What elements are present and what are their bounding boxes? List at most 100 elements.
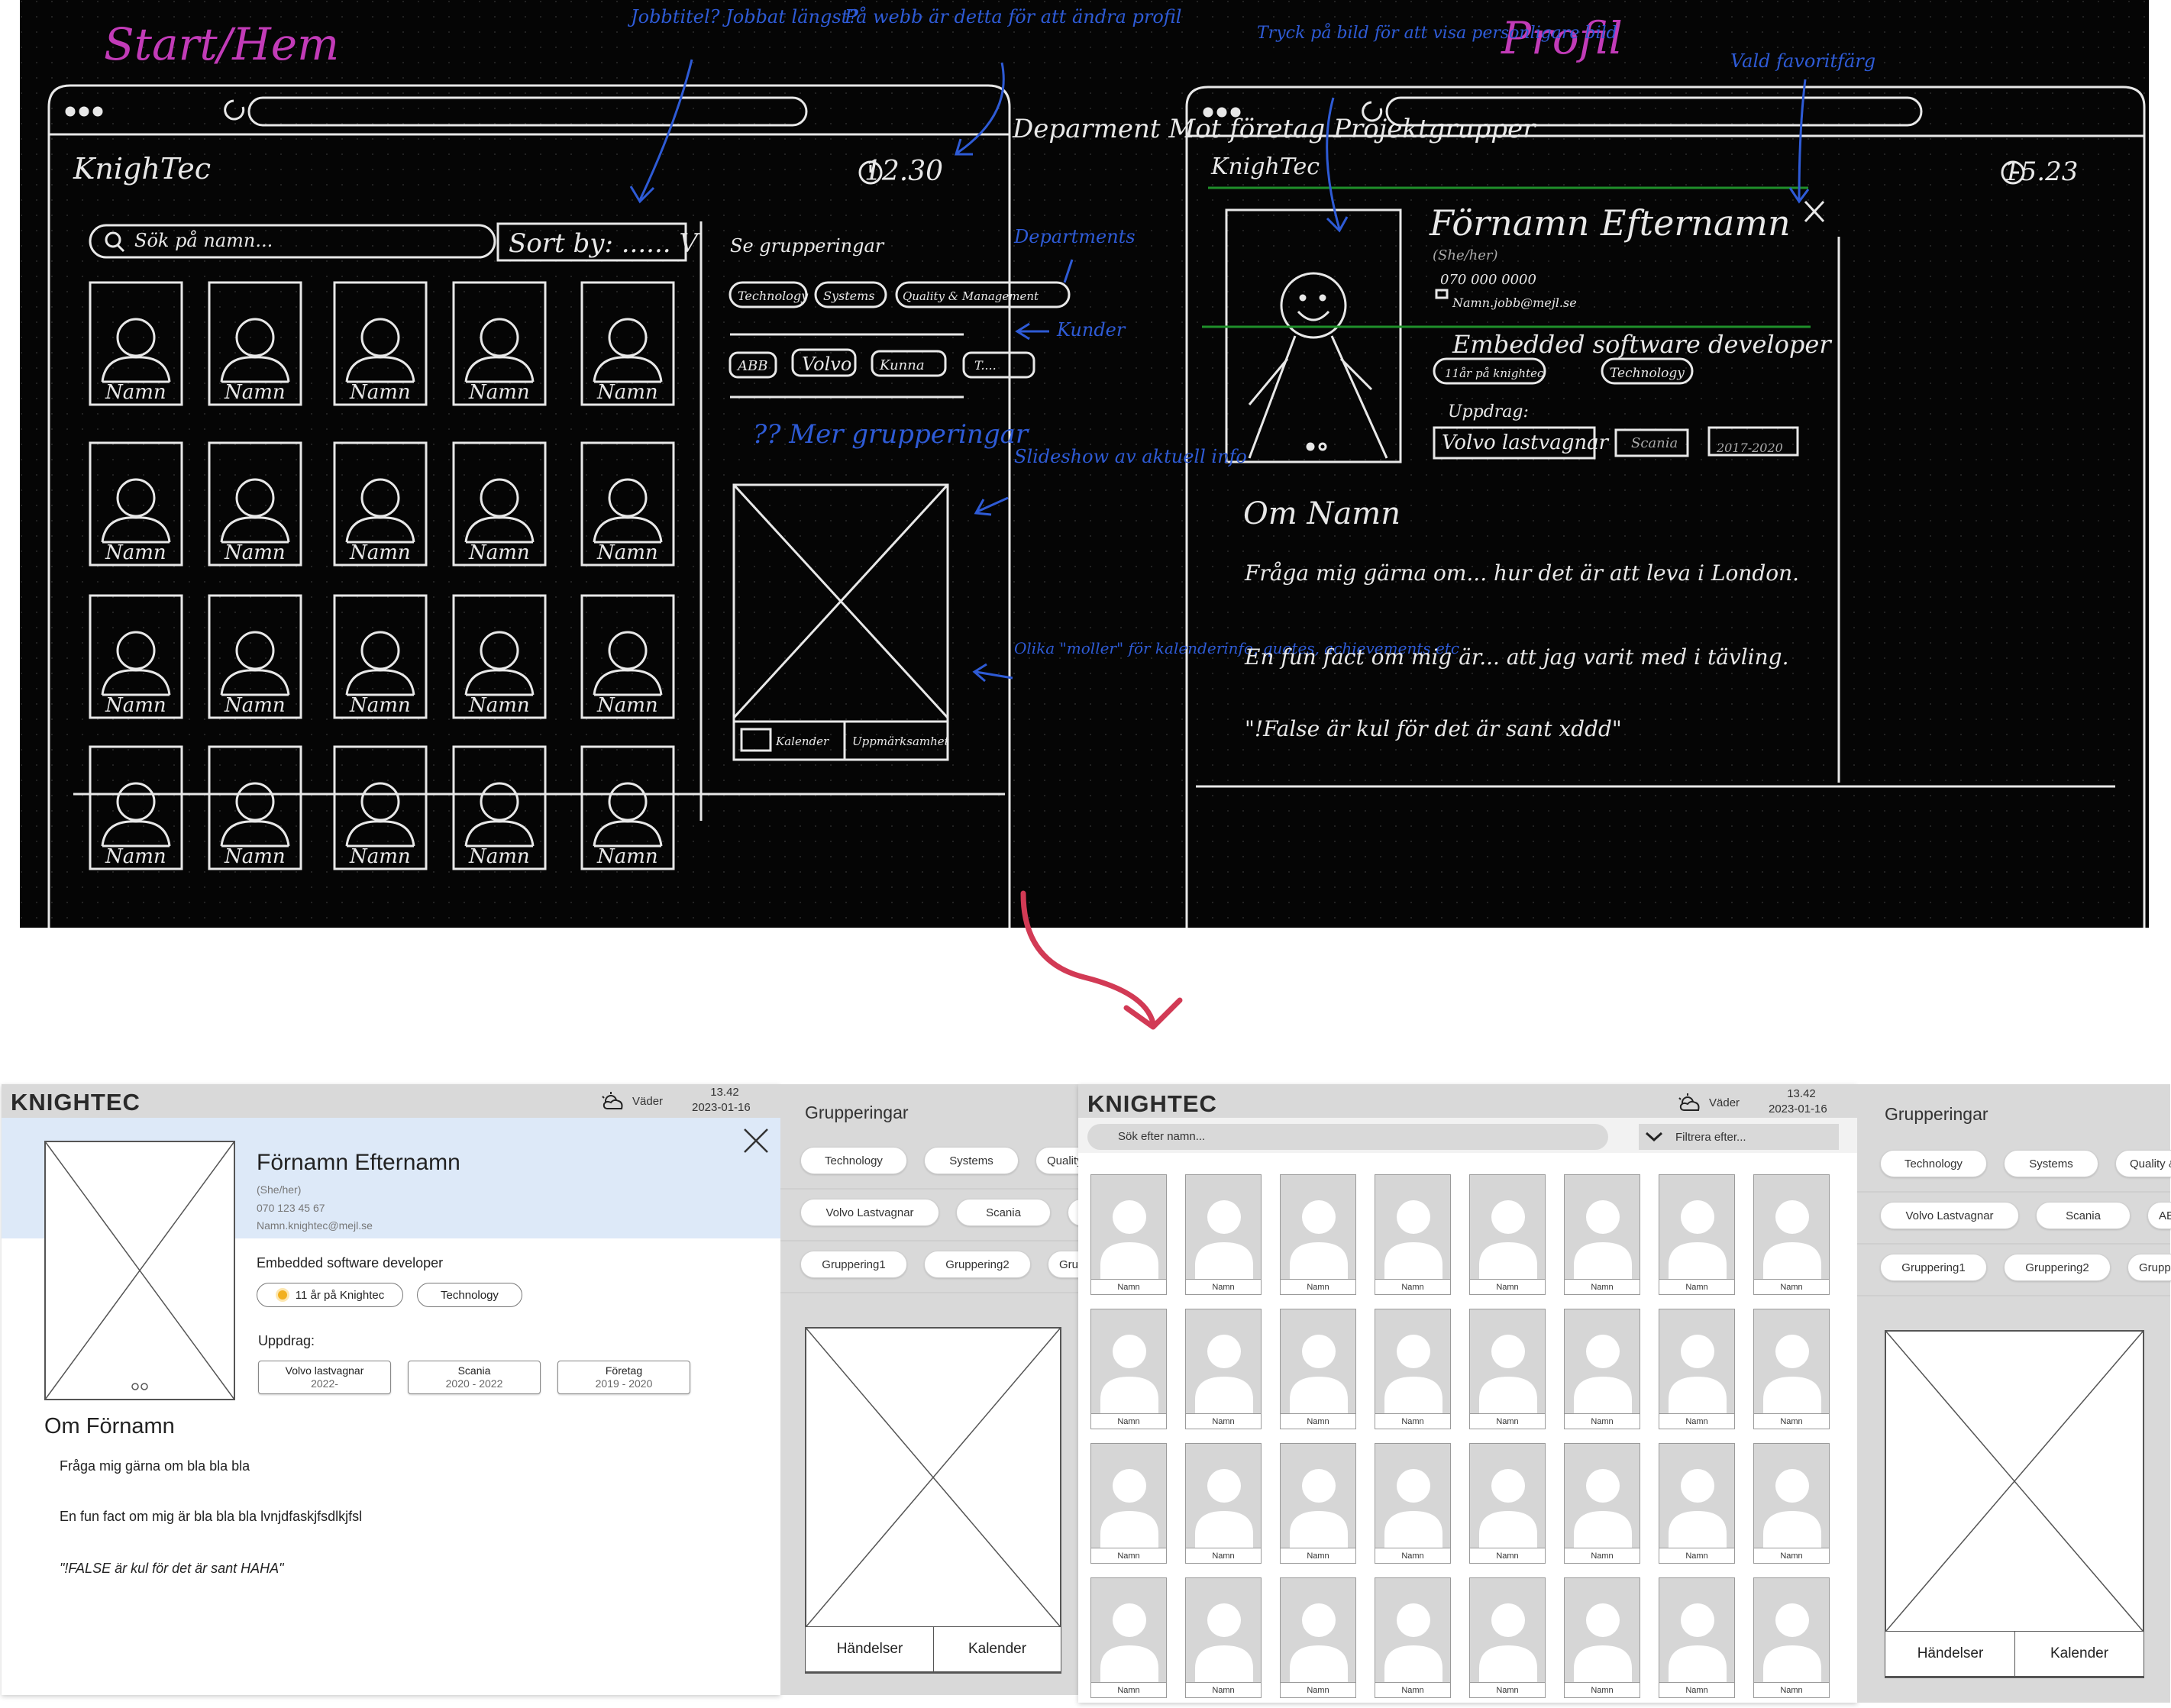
sketch-card-name: Namn xyxy=(105,694,166,717)
years-tag[interactable]: 11 år på Knightec xyxy=(257,1283,403,1307)
employee-card[interactable]: Namn xyxy=(1469,1443,1546,1564)
right-tag-sketch: 11år på knightec xyxy=(1445,366,1544,380)
clock-date: 2023-01-16 xyxy=(692,1101,751,1114)
employee-card[interactable]: Namn xyxy=(1280,1174,1356,1295)
avatar-placeholder xyxy=(1384,1200,1442,1280)
employee-card[interactable]: Namn xyxy=(1753,1309,1830,1429)
profile-logo: KNIGHTEC xyxy=(11,1089,141,1116)
group-chip[interactable]: Gruppering2 xyxy=(924,1251,1031,1278)
dept-tag[interactable]: Technology xyxy=(417,1283,522,1307)
employee-card[interactable]: Namn xyxy=(1090,1309,1167,1429)
events-button[interactable]: Händelser xyxy=(805,1626,935,1672)
employee-name: Namn xyxy=(1470,1413,1545,1429)
left-groups-title-sketch: Se grupperingar xyxy=(730,235,885,257)
employee-card[interactable]: Namn xyxy=(1564,1443,1640,1564)
employee-card[interactable]: Namn xyxy=(1469,1309,1546,1429)
group-chip[interactable]: Systems xyxy=(924,1147,1019,1174)
employee-card[interactable]: Namn xyxy=(1564,1174,1640,1295)
slideshow[interactable]: Händelser Kalender xyxy=(805,1327,1061,1674)
employee-name: Namn xyxy=(1470,1548,1545,1563)
employee-card[interactable]: Namn xyxy=(1753,1443,1830,1564)
slideshow[interactable]: Händelser Kalender xyxy=(1885,1330,2144,1678)
group-chip[interactable]: Volvo Lastvagnar xyxy=(800,1199,939,1226)
employee-name: Namn xyxy=(1659,1548,1734,1563)
group-chip[interactable]: Volvo Lastvagnar xyxy=(1880,1202,2019,1229)
divider xyxy=(1857,1295,2170,1296)
weather-label: Väder xyxy=(632,1095,664,1108)
years-tag-label: 11 år på Knightec xyxy=(295,1288,385,1302)
employee-card[interactable]: Namn xyxy=(1469,1577,1546,1698)
group-chip[interactable]: Scania xyxy=(2036,1202,2131,1229)
note-job: Jobbtitel? Jobbat längst? xyxy=(627,6,858,27)
employee-card[interactable]: Namn xyxy=(1469,1174,1546,1295)
employee-card[interactable]: Namn xyxy=(1375,1577,1451,1698)
employee-card[interactable]: Namn xyxy=(1185,1309,1262,1429)
profile-phone: 070 123 45 67 xyxy=(257,1202,325,1214)
employee-card[interactable]: Namn xyxy=(1659,1577,1735,1698)
employee-card[interactable]: Namn xyxy=(1280,1309,1356,1429)
sketch-card-name: Namn xyxy=(468,381,530,404)
employee-card[interactable]: Namn xyxy=(1753,1174,1830,1295)
mission-years: 2019 - 2020 xyxy=(595,1377,653,1390)
mission-tag[interactable]: Företag 2019 - 2020 xyxy=(557,1361,690,1394)
profile-email: Namn.knightec@mejl.se xyxy=(257,1219,373,1232)
mission-name: Scania xyxy=(457,1364,491,1377)
employee-card[interactable]: Namn xyxy=(1753,1577,1830,1698)
avatar-placeholder xyxy=(1479,1335,1537,1415)
calendar-button[interactable]: Kalender xyxy=(2014,1631,2144,1677)
employee-card[interactable]: Namn xyxy=(1185,1443,1262,1564)
employee-name: Namn xyxy=(1186,1548,1261,1563)
mission-tag[interactable]: Scania 2020 - 2022 xyxy=(408,1361,541,1394)
sketch-chip: T.... xyxy=(974,358,997,373)
group-chip[interactable]: Systems xyxy=(2004,1150,2098,1177)
mission-tag[interactable]: Volvo lastvagnar 2022- xyxy=(258,1361,391,1394)
sketch-chip: Quality & Management xyxy=(903,289,1039,303)
sketch-card-name: Namn xyxy=(349,541,411,564)
employee-card[interactable]: Namn xyxy=(1185,1577,1262,1698)
weather-icon[interactable] xyxy=(600,1090,626,1113)
employee-card[interactable]: Namn xyxy=(1564,1309,1640,1429)
employee-card[interactable]: Namn xyxy=(1090,1577,1167,1698)
close-icon[interactable] xyxy=(742,1127,770,1154)
home-screen: KNIGHTEC Väder 13.42 2023-01-16 Sök efte… xyxy=(1078,1084,1857,1703)
group-chip[interactable]: Scania xyxy=(956,1199,1051,1226)
employee-card[interactable]: Namn xyxy=(1375,1174,1451,1295)
group-chip[interactable]: Gruppering1 xyxy=(800,1251,907,1278)
right-name-sketch: Förnamn Efternamn xyxy=(1429,202,1791,244)
group-chip[interactable]: ABB xyxy=(2147,1202,2171,1229)
employee-name: Namn xyxy=(1091,1548,1166,1563)
employee-card[interactable]: Namn xyxy=(1659,1174,1735,1295)
employee-grid: Namn Namn Namn Namn Namn Namn Namn Namn Namn Namn… xyxy=(1078,1084,1857,1703)
avatar-placeholder xyxy=(1195,1603,1253,1684)
divider xyxy=(780,1188,1078,1190)
employee-card[interactable]: Namn xyxy=(1564,1577,1640,1698)
group-chip[interactable]: Technology xyxy=(800,1147,907,1174)
employee-card[interactable]: Namn xyxy=(1375,1309,1451,1429)
group-chip[interactable]: Technology xyxy=(1880,1150,1987,1177)
sketch-slide-btn: Kalender xyxy=(775,735,829,748)
group-chip[interactable]: Gruppering1 xyxy=(1880,1254,1987,1281)
employee-card[interactable]: Namn xyxy=(1185,1174,1262,1295)
avatar-placeholder xyxy=(1763,1469,1821,1549)
employee-name: Namn xyxy=(1754,1548,1829,1563)
employee-card[interactable]: Namn xyxy=(1090,1174,1167,1295)
sketch-slide-btn: Uppmärksamhet xyxy=(852,735,950,748)
employee-name: Namn xyxy=(1186,1413,1261,1429)
employee-card[interactable]: Namn xyxy=(1280,1443,1356,1564)
employee-name: Namn xyxy=(1375,1413,1450,1429)
right-uppdrag-sketch: Uppdrag: xyxy=(1448,402,1529,421)
note-slideshow: Slideshow av aktuell info xyxy=(1014,446,1247,467)
profile-photo[interactable] xyxy=(44,1141,235,1400)
group-chip[interactable]: Gruppering2 xyxy=(2004,1254,2111,1281)
employee-card[interactable]: Namn xyxy=(1375,1443,1451,1564)
employee-card[interactable]: Namn xyxy=(1090,1443,1167,1564)
employee-card[interactable]: Namn xyxy=(1280,1577,1356,1698)
calendar-button[interactable]: Kalender xyxy=(933,1626,1061,1672)
avatar-placeholder xyxy=(1574,1335,1632,1415)
employee-card[interactable]: Namn xyxy=(1659,1309,1735,1429)
right-q2-sketch: En fun fact om mig är... att jag varit m… xyxy=(1244,644,1788,670)
group-chip[interactable]: Quality & m xyxy=(2115,1150,2171,1177)
group-chip[interactable]: Gruppering3 xyxy=(2127,1254,2171,1281)
events-button[interactable]: Händelser xyxy=(1885,1631,2016,1677)
employee-card[interactable]: Namn xyxy=(1659,1443,1735,1564)
